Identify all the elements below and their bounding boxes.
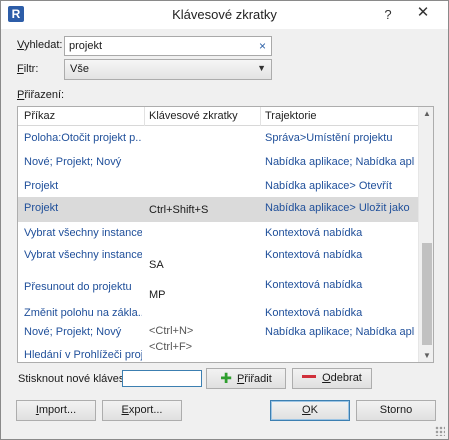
column-divider[interactable]	[144, 107, 145, 126]
command-cell: Projekt	[24, 180, 59, 192]
help-button[interactable]: ?	[378, 5, 398, 25]
shortcut-cell: Ctrl+Shift+S	[149, 204, 209, 216]
close-button[interactable]: ✕	[403, 3, 443, 23]
path-cell: Nabídka aplikace> Otevřít	[265, 180, 392, 192]
path-cell: Nabídka aplikace> Uložit jako	[265, 202, 410, 214]
minus-icon	[302, 375, 317, 378]
scrollbar-thumb[interactable]	[422, 243, 432, 345]
column-header-command[interactable]: Příkaz	[24, 110, 55, 122]
path-cell: Kontextová nabídka	[265, 249, 363, 261]
filter-value: Vše	[70, 63, 89, 75]
table-row[interactable]: Nové; Projekt; Nový Nabídka aplikace; Nab…	[18, 151, 418, 175]
scroll-up-icon[interactable]: ▲	[419, 109, 433, 118]
chevron-down-icon: ▼	[257, 63, 266, 73]
command-cell: Nové; Projekt; Nový	[24, 326, 122, 338]
new-keys-input[interactable]	[122, 370, 202, 387]
clear-icon[interactable]: ×	[259, 39, 266, 53]
table-row[interactable]: Změnit polohu na zákla... Kontextová nabí…	[18, 302, 418, 321]
table-row[interactable]: Projekt Nabídka aplikace> Otevřít	[18, 175, 418, 197]
shortcut-cell: <Ctrl+F>	[149, 341, 193, 353]
path-cell: Nabídka aplikace; Nabídka aplika...	[265, 156, 415, 168]
vertical-scrollbar[interactable]: ▲ ▼	[418, 107, 433, 362]
table-row[interactable]: Přesunout do projektu MP Kontextová nabídk…	[18, 274, 418, 302]
column-header-shortcuts[interactable]: Klávesové zkratky	[149, 110, 238, 122]
command-cell: Projekt	[24, 202, 59, 214]
path-cell: Kontextová nabídka	[265, 227, 363, 239]
assignments-label: Přiřazení:	[17, 89, 65, 101]
table-row[interactable]: Hledání v Prohlížeči proj... <Ctrl+F>	[18, 341, 418, 362]
command-cell: Změnit polohu na zákla...	[24, 307, 142, 319]
path-cell: Nabídka aplikace; Nabídka aplika...	[265, 326, 415, 338]
path-cell: Kontextová nabídka	[265, 279, 363, 291]
filter-dropdown[interactable]: Vše ▼	[64, 59, 272, 80]
search-label: Vyhledat:	[17, 39, 63, 51]
command-cell: Přesunout do projektu	[24, 281, 132, 293]
ok-button[interactable]: OK	[270, 400, 350, 421]
command-cell: Vybrat všechny instance...	[24, 249, 142, 261]
assignments-table: Příkaz Klávesové zkratky Trajektorie Pol…	[17, 106, 434, 363]
title-bar: R Klávesové zkratky ? ✕	[1, 1, 448, 29]
shortcut-cell: SA	[149, 259, 164, 271]
shortcut-cell: MP	[149, 289, 166, 301]
command-cell: Poloha:Otočit projekt p...	[24, 132, 142, 144]
search-input[interactable]: projekt ×	[64, 36, 272, 56]
shortcut-cell: <Ctrl+N>	[149, 325, 194, 337]
press-keys-label: Stisknout nové klávesy:	[18, 373, 133, 385]
table-row[interactable]: Projekt Ctrl+Shift+S Nabídka aplikace> Ulo…	[18, 197, 418, 222]
resize-grip-icon[interactable]	[435, 426, 445, 436]
plus-icon: ✚	[220, 370, 232, 386]
filter-label: Filtr:	[17, 63, 39, 75]
scroll-down-icon[interactable]: ▼	[419, 351, 433, 360]
column-divider[interactable]	[260, 107, 261, 126]
search-value: projekt	[69, 40, 103, 52]
column-header-path[interactable]: Trajektorie	[265, 110, 317, 122]
table-row[interactable]: Poloha:Otočit projekt p... Správa>Umístěn…	[18, 127, 418, 151]
keyboard-shortcuts-dialog: R Klávesové zkratky ? ✕ Vyhledat: projek…	[0, 0, 449, 440]
command-cell: Vybrat všechny instance...	[24, 227, 142, 239]
export-button[interactable]: Export...	[102, 400, 182, 421]
path-cell: Správa>Umístění projektu	[265, 132, 393, 144]
cancel-button[interactable]: Storno	[356, 400, 436, 421]
command-cell: Hledání v Prohlížeči proj...	[24, 349, 142, 361]
table-header: Příkaz Klávesové zkratky Trajektorie	[18, 107, 418, 126]
path-cell: Kontextová nabídka	[265, 307, 363, 319]
remove-button[interactable]: Odebrat	[292, 368, 372, 389]
assign-button[interactable]: ✚ Přiřadit	[206, 368, 286, 389]
table-row[interactable]: Vybrat všechny instance... SA Kontextová n…	[18, 244, 418, 274]
table-row[interactable]: Vybrat všechny instance... Kontextová nab…	[18, 222, 418, 244]
import-button[interactable]: Import...	[16, 400, 96, 421]
command-cell: Nové; Projekt; Nový	[24, 156, 122, 168]
